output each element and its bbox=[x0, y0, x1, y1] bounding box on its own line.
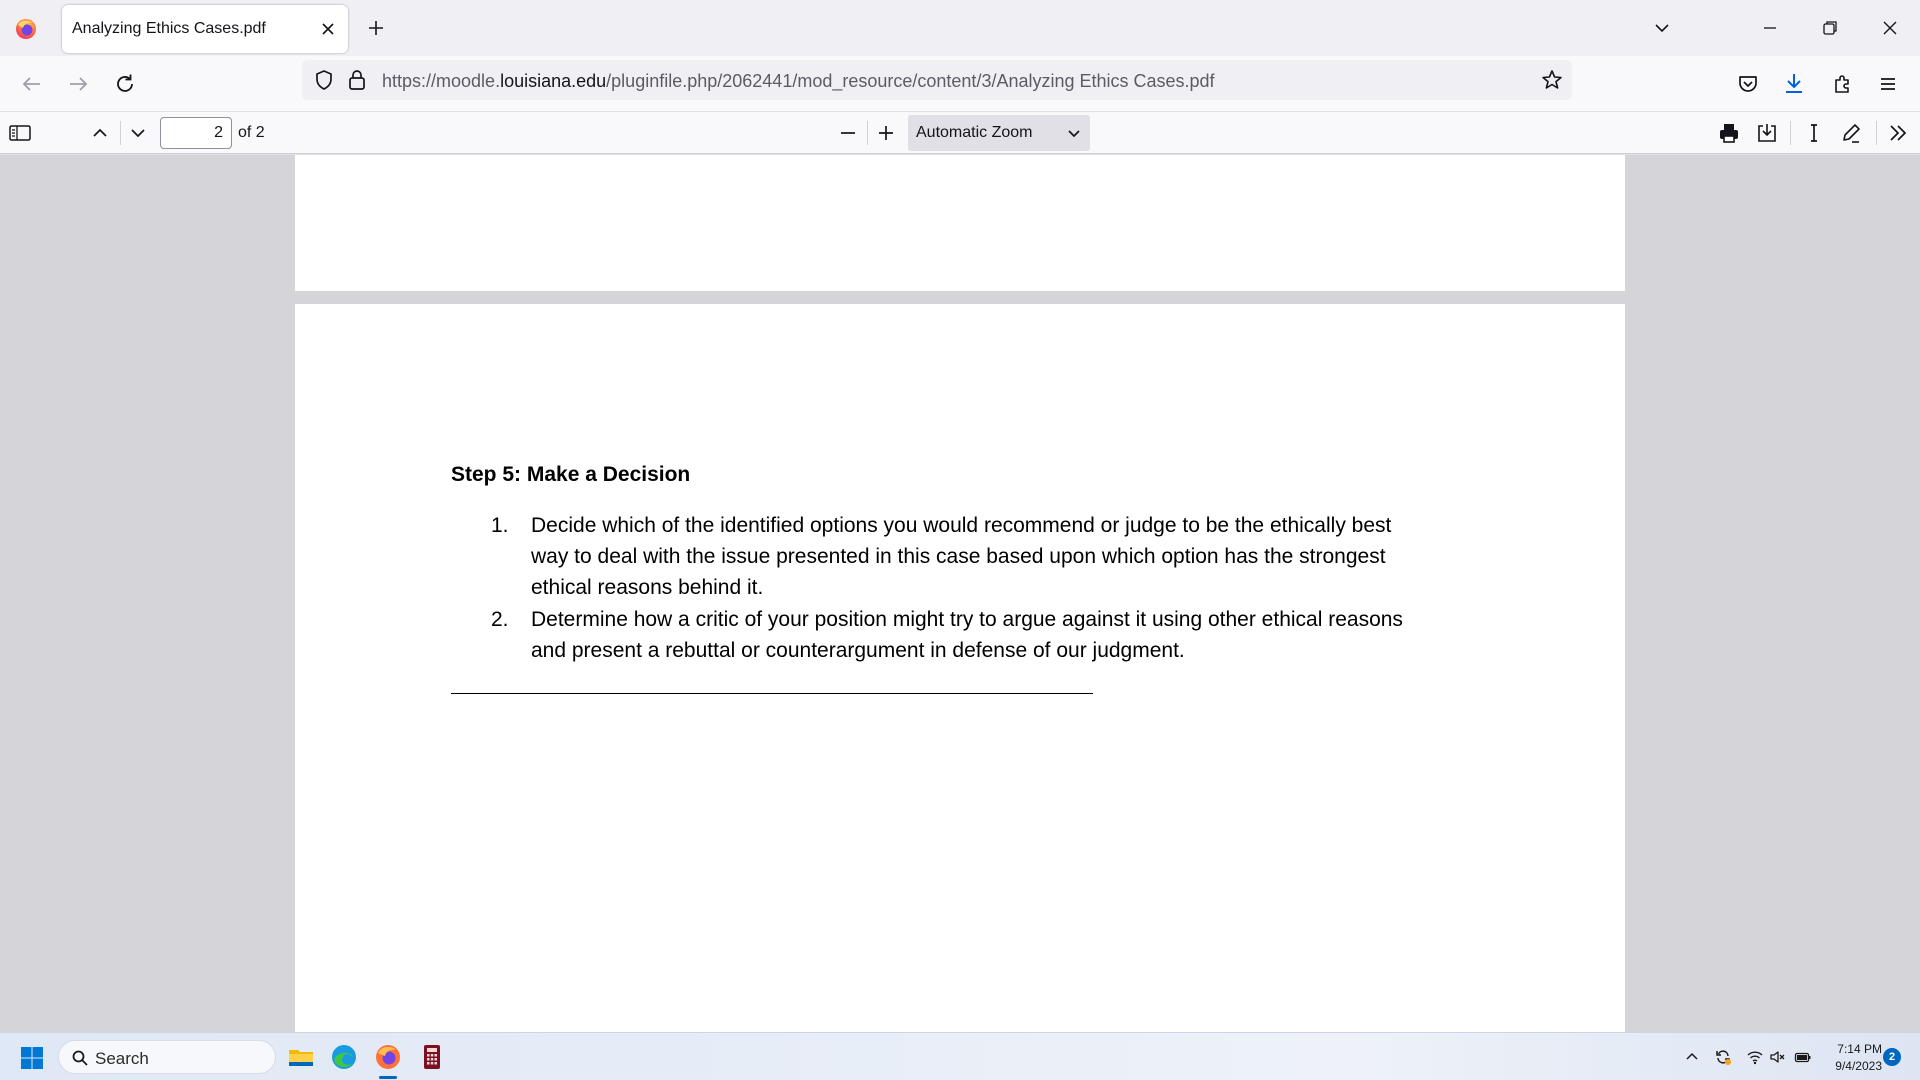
url-prefix: https://moodle. bbox=[382, 71, 501, 91]
close-window-icon[interactable] bbox=[1876, 14, 1904, 42]
list-item-number: 2. bbox=[491, 608, 509, 631]
active-app-indicator bbox=[379, 1076, 397, 1079]
chevron-down-icon[interactable] bbox=[1650, 16, 1674, 40]
toolbar-separator bbox=[867, 121, 868, 145]
pdf-list-item: 2. Determine how a critic of your positi… bbox=[491, 604, 1403, 666]
toolbar-separator bbox=[120, 121, 121, 145]
wifi-icon[interactable] bbox=[1746, 1048, 1764, 1066]
horizontal-rule bbox=[451, 693, 1093, 694]
list-item-line: and present a rebuttal or counterargumen… bbox=[531, 639, 1185, 662]
chevron-down-icon bbox=[1068, 130, 1080, 138]
list-item-line: ethical reasons behind it. bbox=[531, 576, 764, 599]
zoom-out-minus-icon[interactable] bbox=[835, 120, 861, 146]
navigation-toolbar: https://moodle.louisiana.edu/pluginfile.… bbox=[0, 56, 1920, 112]
draw-pen-icon[interactable] bbox=[1838, 120, 1864, 146]
forward-arrow-icon[interactable] bbox=[64, 70, 92, 98]
tab-title: Analyzing Ethics Cases.pdf bbox=[72, 20, 266, 37]
show-hidden-icons-chevron-up-icon[interactable] bbox=[1683, 1048, 1701, 1066]
url-path: /pluginfile.php/2062441/mod_resource/con… bbox=[606, 71, 1215, 91]
next-page-chevron-down-icon[interactable] bbox=[125, 120, 151, 146]
tab-strip: Analyzing Ethics Cases.pdf bbox=[0, 0, 1920, 56]
extensions-puzzle-icon[interactable] bbox=[1828, 70, 1856, 98]
list-item-line: Determine how a critic of your position … bbox=[531, 608, 1403, 631]
list-item-line: way to deal with the issue presented in … bbox=[531, 545, 1386, 568]
tracking-protection-shield-icon[interactable] bbox=[312, 68, 336, 92]
firefox-logo-icon[interactable] bbox=[14, 17, 38, 41]
close-icon[interactable] bbox=[318, 19, 338, 39]
edge-browser-icon[interactable] bbox=[330, 1043, 358, 1071]
pdf-list-item: 1. Decide which of the identified option… bbox=[491, 510, 1391, 603]
pdf-step-heading: Step 5: Make a Decision bbox=[451, 463, 691, 486]
bookmark-star-icon[interactable] bbox=[1540, 68, 1564, 92]
hamburger-menu-icon[interactable] bbox=[1874, 70, 1902, 98]
sync-update-icon[interactable] bbox=[1714, 1048, 1732, 1066]
page-number-input[interactable]: 2 bbox=[160, 117, 232, 149]
page-count-label: of 2 bbox=[238, 124, 265, 141]
back-arrow-icon[interactable] bbox=[18, 70, 46, 98]
new-tab-plus-icon[interactable] bbox=[364, 16, 388, 40]
pdf-viewer-container[interactable]: Step 5: Make a Decision 1. Decide which … bbox=[0, 155, 1920, 1032]
text-tool-icon[interactable] bbox=[1801, 120, 1827, 146]
pdf-page-1 bbox=[295, 155, 1625, 291]
pocket-icon[interactable] bbox=[1734, 70, 1762, 98]
minimize-icon[interactable] bbox=[1756, 14, 1784, 42]
previous-page-chevron-up-icon[interactable] bbox=[87, 120, 113, 146]
taskbar-search-label: Search bbox=[95, 1049, 149, 1068]
address-bar[interactable]: https://moodle.louisiana.edu/pluginfile.… bbox=[302, 60, 1572, 100]
notification-count-badge[interactable]: 2 bbox=[1883, 1048, 1901, 1066]
zoom-select[interactable]: Automatic Zoom bbox=[908, 115, 1090, 151]
list-item-line: Decide which of the identified options y… bbox=[531, 514, 1392, 537]
reload-icon[interactable] bbox=[111, 70, 139, 98]
windows-start-icon[interactable] bbox=[20, 1046, 44, 1070]
firefox-taskbar-icon[interactable] bbox=[374, 1043, 402, 1071]
volume-muted-icon[interactable] bbox=[1769, 1048, 1787, 1066]
zoom-in-plus-icon[interactable] bbox=[873, 120, 899, 146]
save-download-icon[interactable] bbox=[1754, 120, 1780, 146]
list-item-number: 1. bbox=[491, 514, 509, 537]
downloads-icon[interactable] bbox=[1780, 70, 1808, 98]
restore-icon[interactable] bbox=[1816, 14, 1844, 42]
taskbar-search-box[interactable]: Search bbox=[58, 1040, 276, 1074]
toolbar-separator bbox=[1876, 121, 1877, 145]
toolbar-separator bbox=[1790, 121, 1791, 145]
battery-icon[interactable] bbox=[1794, 1048, 1812, 1066]
url-text[interactable]: https://moodle.louisiana.edu/pluginfile.… bbox=[382, 71, 1215, 92]
print-icon[interactable] bbox=[1716, 120, 1742, 146]
taskbar-clock-time[interactable]: 7:14 PM bbox=[1822, 1042, 1882, 1056]
windows-taskbar: Search 7:14 PM 9/4/2023 2 bbox=[0, 1032, 1920, 1080]
file-explorer-icon[interactable] bbox=[287, 1043, 315, 1071]
tab-analyzing-ethics-cases[interactable]: Analyzing Ethics Cases.pdf bbox=[62, 5, 348, 53]
tools-double-chevron-right-icon[interactable] bbox=[1885, 120, 1911, 146]
lock-icon[interactable] bbox=[346, 68, 368, 92]
pdf-viewer-toolbar: 2 of 2 Automatic Zoom bbox=[0, 112, 1920, 154]
taskbar-clock-date[interactable]: 9/4/2023 bbox=[1822, 1059, 1882, 1073]
url-host: louisiana.edu bbox=[500, 71, 607, 91]
sidebar-toggle-icon[interactable] bbox=[7, 120, 33, 146]
pdf-page-2: Step 5: Make a Decision 1. Decide which … bbox=[295, 304, 1625, 1032]
search-icon bbox=[72, 1050, 88, 1066]
zoom-select-label: Automatic Zoom bbox=[916, 124, 1033, 141]
calculator-app-icon[interactable] bbox=[418, 1043, 446, 1071]
